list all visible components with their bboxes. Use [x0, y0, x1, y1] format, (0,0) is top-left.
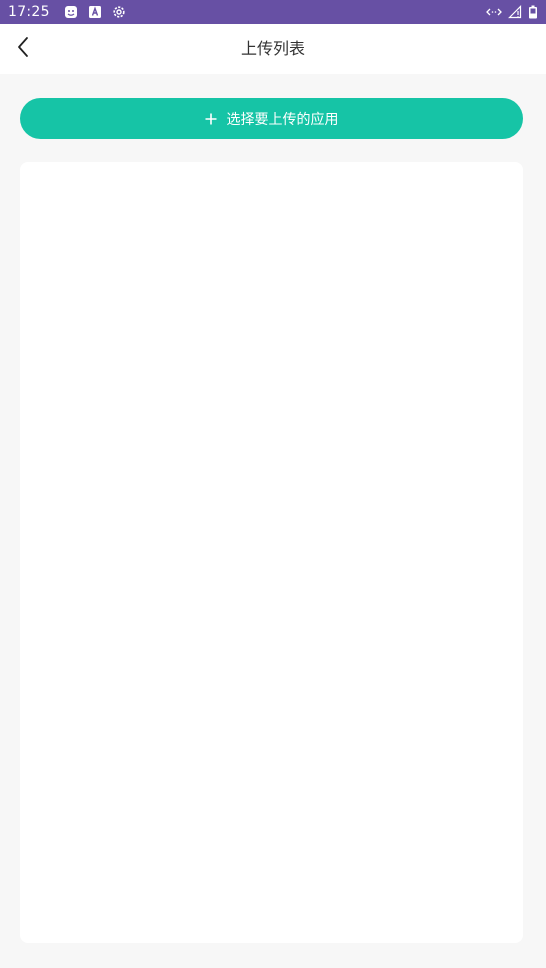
app-bar: 上传列表: [0, 24, 546, 74]
status-bar: 17:25: [0, 0, 546, 24]
page-title: 上传列表: [240, 39, 305, 58]
chevron-left-icon: [16, 36, 30, 62]
plus-icon: [205, 113, 217, 125]
status-time: 17:25: [8, 4, 50, 20]
text-a-icon: [88, 5, 102, 19]
upload-list-panel: [20, 162, 523, 943]
status-right-icons: [486, 5, 538, 19]
notification-face-icon: [64, 5, 78, 19]
data-sync-icon: [486, 6, 502, 18]
back-button[interactable]: [8, 34, 38, 64]
select-app-to-upload-button[interactable]: 选择要上传的应用: [20, 98, 523, 139]
select-app-button-label: 选择要上传的应用: [226, 111, 339, 128]
battery-icon: [528, 5, 538, 19]
cell-signal-icon: [508, 5, 522, 19]
status-left-icons: [64, 5, 126, 19]
settings-gear-icon: [112, 5, 126, 19]
